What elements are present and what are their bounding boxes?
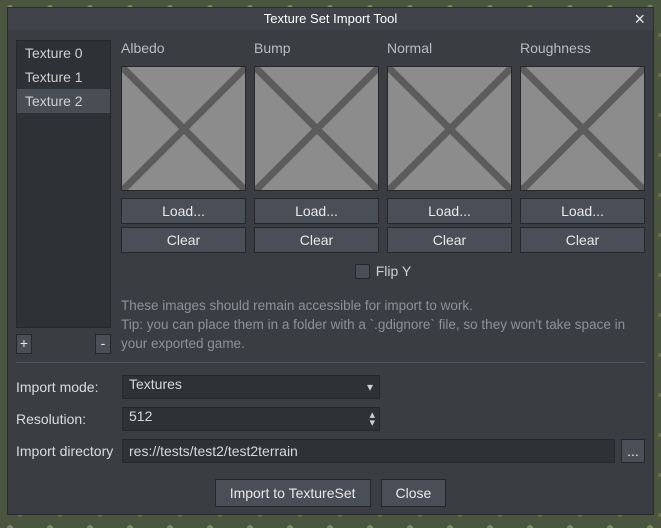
resolution-value: 512 — [129, 408, 152, 424]
texture-slots: Albedo Load... Clear Bump Load... Clear … — [121, 40, 645, 354]
normal-load-button[interactable]: Load... — [387, 198, 512, 224]
updown-icon: ▴▾ — [369, 411, 375, 427]
resolution-spinbox[interactable]: 512 ▴▾ — [122, 407, 380, 431]
flip-y-label: Flip Y — [376, 263, 412, 279]
bump-slot: Bump Load... Clear — [254, 40, 379, 253]
hint-line-2: Tip: you can place them in a folder with… — [121, 316, 645, 354]
albedo-clear-button[interactable]: Clear — [121, 227, 246, 253]
bump-load-button[interactable]: Load... — [254, 198, 379, 224]
chevron-down-icon: ▾ — [367, 380, 373, 394]
roughness-preview[interactable] — [520, 66, 645, 191]
import-button[interactable]: Import to TextureSet — [215, 479, 371, 507]
separator — [16, 362, 645, 363]
browse-button[interactable]: ... — [621, 439, 645, 463]
texture-list[interactable]: Texture 0 Texture 1 Texture 2 — [16, 40, 111, 328]
add-texture-button[interactable]: + — [16, 334, 32, 354]
roughness-clear-button[interactable]: Clear — [520, 227, 645, 253]
texture-list-item[interactable]: Texture 1 — [17, 65, 110, 89]
import-dir-field[interactable]: res://tests/test2/test2terrain — [122, 439, 615, 463]
window-title: Texture Set Import Tool — [264, 11, 397, 26]
normal-preview[interactable] — [387, 66, 512, 191]
texture-list-panel: Texture 0 Texture 1 Texture 2 + - — [16, 40, 111, 354]
import-dir-value: res://tests/test2/test2terrain — [129, 443, 298, 459]
texture-list-item[interactable]: Texture 0 — [17, 41, 110, 65]
hint-text: These images should remain accessible fo… — [121, 297, 645, 354]
import-dir-label: Import directory — [16, 443, 116, 459]
bump-label: Bump — [254, 40, 379, 56]
hint-line-1: These images should remain accessible fo… — [121, 297, 645, 316]
import-mode-select[interactable]: Textures ▾ — [122, 375, 380, 399]
albedo-preview[interactable] — [121, 66, 246, 191]
normal-label: Normal — [387, 40, 512, 56]
texture-list-item[interactable]: Texture 2 — [17, 89, 110, 113]
roughness-slot: Roughness Load... Clear — [520, 40, 645, 253]
dialog-content: Texture 0 Texture 1 Texture 2 + - Albedo… — [8, 30, 653, 519]
bump-clear-button[interactable]: Clear — [254, 227, 379, 253]
flip-y-checkbox[interactable] — [355, 264, 370, 279]
albedo-load-button[interactable]: Load... — [121, 198, 246, 224]
roughness-label: Roughness — [520, 40, 645, 56]
close-button[interactable]: Close — [381, 479, 447, 507]
import-mode-label: Import mode: — [16, 379, 116, 395]
roughness-load-button[interactable]: Load... — [520, 198, 645, 224]
albedo-slot: Albedo Load... Clear — [121, 40, 246, 253]
normal-slot: Normal Load... Clear — [387, 40, 512, 253]
import-mode-value: Textures — [129, 376, 182, 392]
bump-preview[interactable] — [254, 66, 379, 191]
normal-clear-button[interactable]: Clear — [387, 227, 512, 253]
titlebar: Texture Set Import Tool × — [8, 8, 653, 30]
texture-import-dialog: Texture Set Import Tool × Texture 0 Text… — [7, 7, 654, 515]
albedo-label: Albedo — [121, 40, 246, 56]
remove-texture-button[interactable]: - — [95, 334, 111, 354]
close-icon[interactable]: × — [630, 8, 649, 30]
resolution-label: Resolution: — [16, 411, 116, 427]
